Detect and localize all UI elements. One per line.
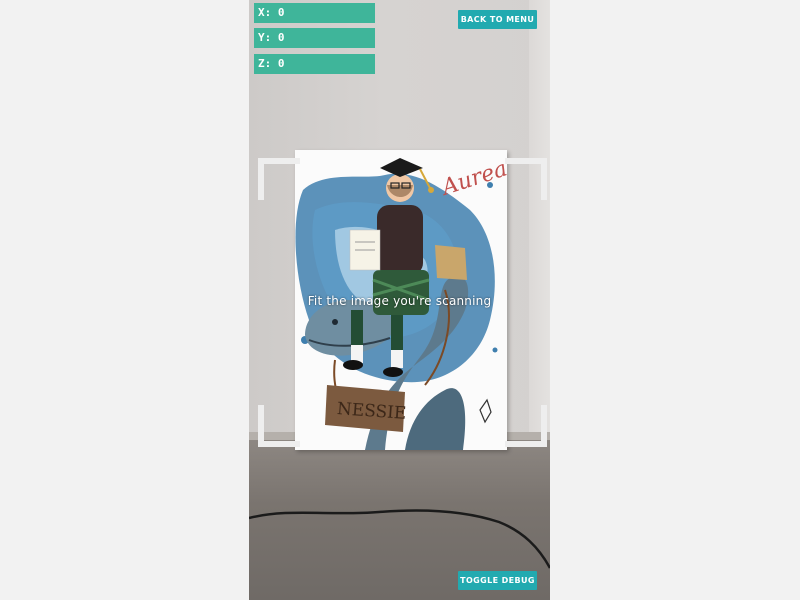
scan-frame-corner-top-left	[258, 158, 300, 200]
toggle-debug-button[interactable]: TOGGLE DEBUG	[458, 571, 537, 590]
ar-scanner-view: Aurea NESSIE Fit the image you're scanni…	[249, 0, 550, 600]
debug-y-readout: Y: 0	[254, 28, 375, 48]
back-to-menu-button[interactable]: BACK TO MENU	[458, 10, 537, 29]
debug-x-readout: X: 0	[254, 3, 375, 23]
scan-frame-corner-top-right	[505, 158, 547, 200]
scan-hint-text: Fit the image you're scanning	[307, 294, 492, 308]
scan-frame-corner-bottom-left	[258, 405, 300, 447]
scan-frame-corner-bottom-right	[505, 405, 547, 447]
poster-signature: Aurea	[437, 156, 507, 201]
camera-feed-wall-edge	[529, 0, 550, 440]
debug-z-readout: Z: 0	[254, 54, 375, 74]
